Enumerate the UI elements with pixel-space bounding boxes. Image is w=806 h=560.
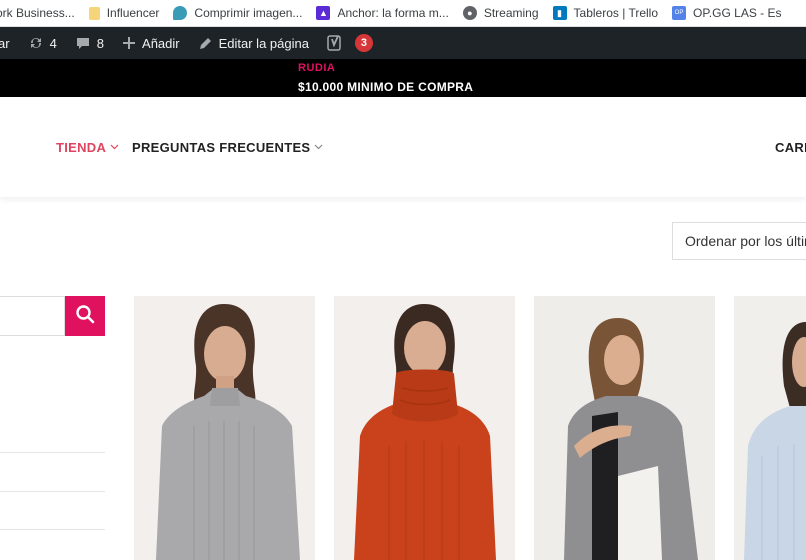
refresh-icon	[28, 35, 44, 51]
opgg-icon: OP	[672, 6, 687, 20]
bookmark-label: Streaming	[483, 6, 539, 20]
admin-yoast[interactable]: 3	[327, 34, 373, 52]
chevron-down-icon	[314, 142, 323, 153]
bookmark-label: Comprimir imagen...	[194, 6, 303, 20]
folder-icon	[88, 6, 100, 20]
bookmark-opgg[interactable]: OP OP.GG LAS - Es	[672, 6, 782, 20]
promo-brand: RUDIA	[298, 62, 336, 74]
search-input[interactable]	[0, 296, 65, 336]
bookmark-label: Influencer	[106, 6, 160, 20]
yoast-icon	[327, 34, 343, 52]
site-header: TIENDA PREGUNTAS FRECUENTES CARR	[0, 97, 806, 197]
admin-comments[interactable]: 8	[75, 36, 104, 51]
admin-new[interactable]: Añadir	[122, 36, 180, 51]
comments-count: 8	[96, 35, 105, 51]
edit-page-label: Editar la página	[218, 35, 309, 51]
product-card-colorblock-sweater[interactable]	[534, 296, 715, 560]
bookmark-label: OP.GG LAS - Es	[693, 6, 782, 20]
trello-icon: ▮	[552, 6, 567, 20]
admin-site-item[interactable]: ar	[0, 36, 10, 51]
nav-cart-label: CARR	[775, 140, 806, 155]
bird-icon	[173, 6, 188, 20]
product-image	[734, 296, 806, 560]
admin-edit-page[interactable]: Editar la página	[198, 36, 309, 51]
pencil-icon	[198, 36, 213, 51]
nav-faq-label: PREGUNTAS FRECUENTES	[132, 140, 311, 155]
bookmark-upwork[interactable]: ork Business...	[0, 6, 75, 20]
product-card-rust-sweater[interactable]	[334, 296, 515, 560]
bookmark-trello[interactable]: ▮ Tableros | Trello	[552, 6, 659, 20]
product-image	[534, 296, 715, 560]
product-card-light-blue-sweater[interactable]	[734, 296, 806, 560]
sidebar-divider	[0, 529, 105, 530]
wp-admin-bar: ar 4 8 Añadir Editar la página 3	[0, 27, 806, 59]
promo-text: $10.000 MINIMO DE COMPRA	[298, 80, 474, 94]
chevron-down-icon	[110, 142, 119, 153]
admin-updates[interactable]: 4	[28, 35, 57, 51]
search-icon	[75, 304, 95, 329]
promo-bar: RUDIA $10.000 MINIMO DE COMPRA	[0, 59, 806, 97]
bookmark-influencer[interactable]: Influencer	[88, 6, 160, 20]
bookmark-label: Tableros | Trello	[573, 6, 659, 20]
bookmarks-bar: ork Business... Influencer Comprimir ima…	[0, 0, 806, 27]
bookmark-label: Anchor: la forma m...	[337, 6, 449, 20]
plus-icon	[122, 36, 136, 50]
nav-shop-label: TIENDA	[56, 140, 107, 155]
product-image	[334, 296, 515, 560]
bookmark-anchor[interactable]: ▲ Anchor: la forma m...	[316, 6, 449, 20]
admin-site-label: ar	[0, 35, 10, 51]
globe-icon: ●	[462, 6, 477, 20]
sidebar-divider	[0, 452, 105, 453]
sidebar-divider	[0, 491, 105, 492]
bookmark-label: ork Business...	[0, 6, 75, 20]
comment-icon	[75, 36, 91, 51]
product-image	[134, 296, 315, 560]
product-card-grey-sweater[interactable]	[134, 296, 315, 560]
yoast-badge: 3	[354, 34, 373, 52]
updates-count: 4	[49, 35, 57, 51]
bookmark-comprimir[interactable]: Comprimir imagen...	[173, 6, 302, 20]
nav-cart[interactable]: CARR	[775, 140, 806, 155]
search-button[interactable]	[65, 296, 105, 336]
bookmark-streaming[interactable]: ● Streaming	[462, 6, 539, 20]
sort-label: Ordenar por los últimos	[685, 233, 806, 249]
anchor-icon: ▲	[316, 6, 331, 20]
nav-faq[interactable]: PREGUNTAS FRECUENTES	[132, 140, 323, 155]
nav-shop[interactable]: TIENDA	[56, 140, 119, 155]
sort-select[interactable]: Ordenar por los últimos	[672, 222, 806, 260]
new-label: Añadir	[142, 35, 180, 51]
